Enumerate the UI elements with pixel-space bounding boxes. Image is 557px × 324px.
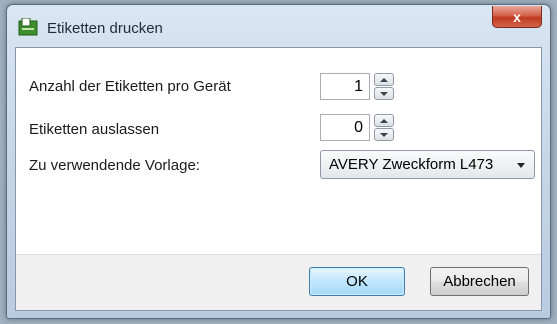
labels-per-device-spinner [374,73,394,100]
label-printer-icon [18,18,38,36]
dialog-title: Etiketten drucken [47,20,163,37]
skip-labels-increment-button[interactable] [374,114,394,127]
skip-labels-spinner [374,114,394,141]
dialog-content: Anzahl der Etiketten pro Gerät 1 Etikett… [15,47,542,311]
arrow-up-icon [380,77,388,82]
arrow-up-icon [380,118,388,123]
title-bar[interactable]: Etiketten drucken x [7,5,550,47]
skip-labels-label: Etiketten auslassen [29,121,160,138]
close-icon: x [513,8,521,25]
chevron-down-icon [517,163,525,168]
labels-per-device-input[interactable]: 1 [320,73,370,100]
template-label: Zu verwendende Vorlage: [29,157,200,174]
template-select[interactable]: AVERY Zweckform L473 [320,150,535,179]
close-button[interactable]: x [492,6,542,28]
arrow-down-icon [380,91,388,96]
labels-per-device-decrement-button[interactable] [374,87,394,100]
cancel-button[interactable]: Abbrechen [430,267,529,296]
template-selected-value: AVERY Zweckform L473 [329,156,494,173]
labels-per-device-label: Anzahl der Etiketten pro Gerät [29,78,231,95]
arrow-down-icon [380,132,388,137]
skip-labels-input[interactable]: 0 [320,114,370,141]
print-labels-dialog: Etiketten drucken x Anzahl der Etiketten… [6,4,551,319]
button-bar: OK Abbrechen [16,254,541,310]
labels-per-device-increment-button[interactable] [374,73,394,86]
skip-labels-decrement-button[interactable] [374,128,394,141]
ok-button[interactable]: OK [309,267,405,296]
